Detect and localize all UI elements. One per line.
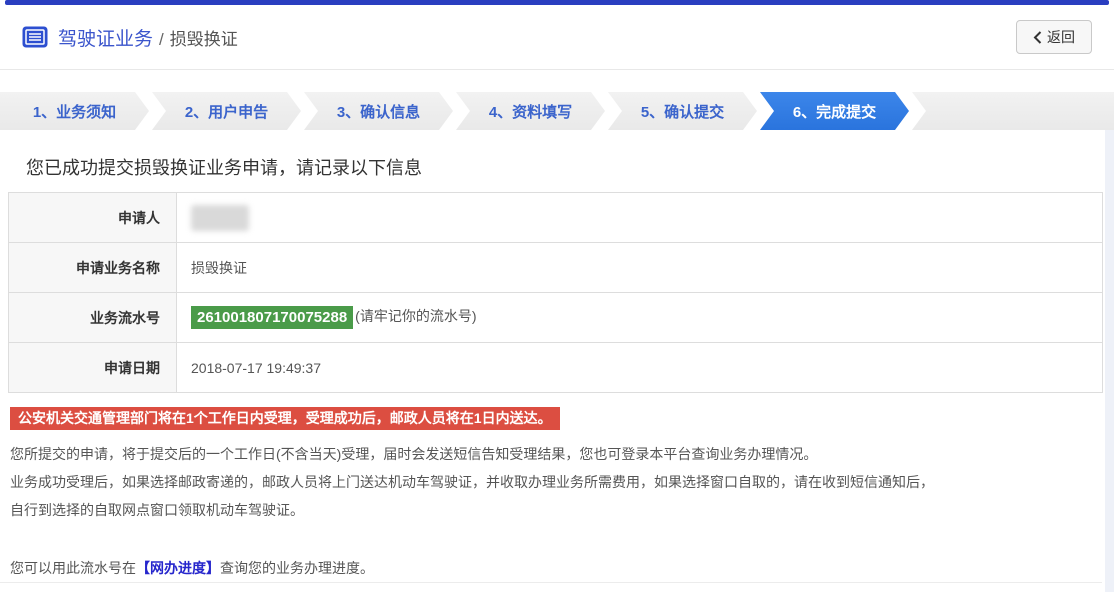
progress-query-suffix: 查询您的业务办理进度。 [220, 560, 374, 576]
progress-query-prefix: 您可以用此流水号在 [10, 560, 136, 576]
step-6-complete-submit: 6、完成提交 [760, 92, 909, 130]
table-row-business-name: 申请业务名称 损毁换证 [9, 243, 1103, 293]
breadcrumb-section-link[interactable]: 驾驶证业务 [58, 29, 153, 50]
page-edge-strip [1105, 130, 1114, 592]
table-row-serial-number: 业务流水号 261001807170075288(请牢记你的流水号) [9, 293, 1103, 343]
step-5-confirm-submit: 5、确认提交 [608, 92, 757, 130]
breadcrumb: 驾驶证业务 / 损毁换证 [58, 24, 238, 51]
application-info-table: 申请人 申请业务名称 损毁换证 业务流水号 261001807170075288… [8, 192, 1103, 393]
apply-date-label: 申请日期 [9, 343, 177, 393]
back-button[interactable]: 返回 [1016, 20, 1092, 54]
processing-alert-banner: 公安机关交通管理部门将在1个工作日内受理，受理成功后，邮政人员将在1日内送达。 [10, 407, 560, 430]
notice-paragraph-3: 自行到选择的自取网点窗口领取机动车驾驶证。 [10, 496, 1114, 524]
top-accent-bar [5, 0, 1109, 5]
bottom-divider [0, 582, 1102, 583]
table-row-apply-date: 申请日期 2018-07-17 19:49:37 [9, 343, 1103, 393]
step-wizard: 1、业务须知 2、用户申告 3、确认信息 4、资料填写 5、确认提交 6、完成提… [0, 92, 1114, 130]
step-3-confirm-info: 3、确认信息 [304, 92, 453, 130]
back-button-label: 返回 [1047, 27, 1075, 47]
success-title: 您已成功提交损毁换证业务申请，请记录以下信息 [26, 154, 1114, 180]
serial-number-badge: 261001807170075288 [191, 306, 353, 329]
business-name-label: 申请业务名称 [9, 243, 177, 293]
apply-date-value: 2018-07-17 19:49:37 [177, 343, 1103, 393]
applicant-label: 申请人 [9, 193, 177, 243]
step-1-business-notice: 1、业务须知 [0, 92, 149, 130]
chevron-left-icon [1033, 31, 1042, 44]
step-wizard-filler [912, 92, 1114, 130]
serial-number-label: 业务流水号 [9, 293, 177, 343]
step-2-user-declaration: 2、用户申告 [152, 92, 301, 130]
notice-paragraphs: 您所提交的申请，将于提交后的一个工作日(不含当天)受理，届时会发送短信告知受理结… [10, 440, 1114, 524]
business-name-value: 损毁换证 [177, 243, 1103, 293]
redacted-name [191, 205, 249, 231]
online-progress-link[interactable]: 【网办进度】 [136, 560, 220, 576]
notice-paragraph-2: 业务成功受理后，如果选择邮政寄递的，邮政人员将上门送达机动车驾驶证，并收取办理业… [10, 468, 1114, 496]
breadcrumb-current: 损毁换证 [170, 30, 238, 49]
breadcrumb-separator: / [159, 30, 164, 49]
step-4-fill-materials: 4、资料填写 [456, 92, 605, 130]
table-row-applicant: 申请人 [9, 193, 1103, 243]
notice-paragraph-1: 您所提交的申请，将于提交后的一个工作日(不含当天)受理，届时会发送短信告知受理结… [10, 440, 1114, 468]
serial-number-value: 261001807170075288(请牢记你的流水号) [177, 293, 1103, 343]
applicant-value [177, 193, 1103, 243]
serial-number-note: (请牢记你的流水号) [355, 308, 476, 324]
page-header: 驾驶证业务 / 损毁换证 返回 [0, 0, 1114, 70]
progress-query-line: 您可以用此流水号在【网办进度】查询您的业务办理进度。 [10, 554, 1114, 582]
list-icon [22, 26, 48, 48]
